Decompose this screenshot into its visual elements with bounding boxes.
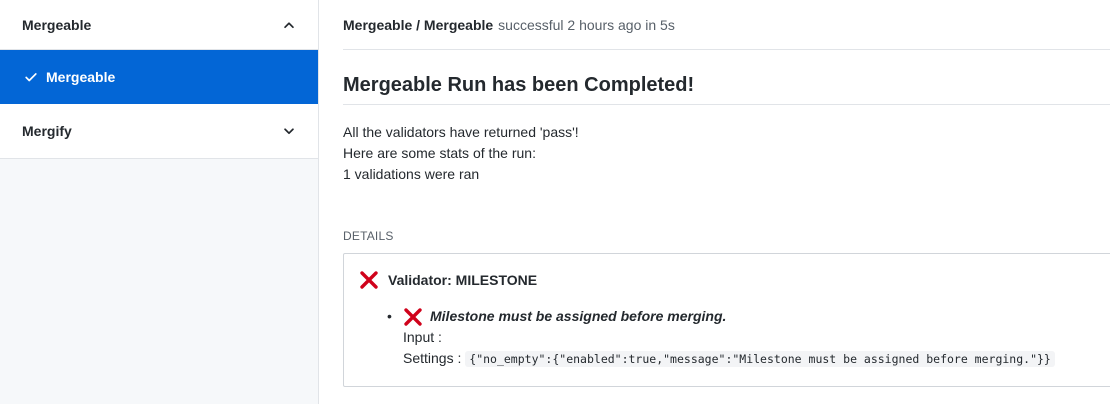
details-label: DETAILS <box>343 229 394 243</box>
settings-label: Settings : <box>403 350 462 366</box>
sidebar-group-label: Mergify <box>22 123 72 139</box>
sidebar-group-mergeable[interactable]: Mergeable <box>0 0 318 50</box>
app: Mergeable Mergeable Mergify Mergeable / … <box>0 0 1110 404</box>
summary-line: Here are some stats of the run: <box>343 145 536 161</box>
summary-line: All the validators have returned 'pass'! <box>343 124 579 140</box>
bullet-dot: • <box>387 308 392 324</box>
run-summary: All the validators have returned 'pass'!… <box>343 122 1110 185</box>
chevron-down-icon[interactable] <box>282 124 296 138</box>
x-icon <box>360 271 378 289</box>
check-icon <box>25 73 37 82</box>
sidebar-group-label: Mergeable <box>22 16 92 33</box>
result-message: Milestone must be assigned before mergin… <box>430 308 727 324</box>
sidebar-item-label: Mergeable <box>46 69 116 85</box>
main-panel: Mergeable / Mergeable successful 2 hours… <box>319 0 1110 404</box>
validator-header: Validator: MILESTONE <box>359 270 1107 290</box>
run-header: Mergeable / Mergeable successful 2 hours… <box>343 0 1110 50</box>
details-box: Validator: MILESTONE • Milestone must be… <box>343 253 1110 387</box>
settings-value: {"no_empty":{"enabled":true,"message":"M… <box>465 351 1055 367</box>
sidebar: Mergeable Mergeable Mergify <box>0 0 319 404</box>
summary-line: 1 validations were ran <box>343 166 480 182</box>
sidebar-item-mergeable[interactable]: Mergeable <box>0 50 318 104</box>
run-path: Mergeable / Mergeable <box>343 16 494 33</box>
result-message-line: Milestone must be assigned before mergin… <box>403 306 1055 327</box>
settings-line: Settings : {"no_empty":{"enabled":true,"… <box>403 348 1055 370</box>
sidebar-item-content: Mergeable <box>24 69 115 85</box>
x-icon <box>404 307 422 326</box>
validator-name: Validator: MILESTONE <box>388 272 538 288</box>
sidebar-group-mergify[interactable]: Mergify <box>0 104 318 159</box>
list-item: • Milestone must be assigned before merg… <box>387 306 1107 370</box>
result-body: Milestone must be assigned before mergin… <box>403 306 1055 370</box>
validator-results: • Milestone must be assigned before merg… <box>387 306 1107 370</box>
page-title: Mergeable Run has been Completed! <box>343 50 1110 105</box>
chevron-up-icon[interactable] <box>282 18 296 32</box>
input-label: Input : <box>403 329 442 345</box>
run-status: successful 2 hours ago in 5s <box>498 16 675 33</box>
